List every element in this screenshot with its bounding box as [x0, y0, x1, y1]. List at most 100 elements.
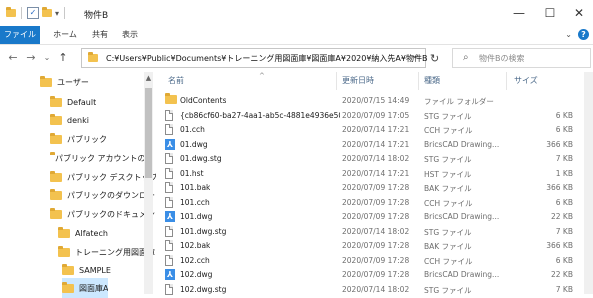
folder-icon: [50, 113, 62, 125]
table-row[interactable]: OldContents 2020/07/15 14:49 ファイル フォルダー: [156, 93, 593, 108]
column-divider[interactable]: [336, 72, 337, 90]
search-input[interactable]: ⌕ 物件Bの検索: [452, 48, 591, 68]
folder-icon: [62, 281, 74, 293]
table-row[interactable]: ⅄ 101.dwg 2020/07/09 17:28 BricsCAD Drawing…: [156, 210, 593, 224]
table-row[interactable]: 01.dwg.stg 2020/07/14 18:02 STG ファイル 7 KB: [156, 152, 593, 166]
folder-icon: [50, 170, 62, 182]
divider: [64, 7, 66, 19]
file-size: 366 KB: [546, 183, 573, 192]
file-size: 7 KB: [555, 154, 573, 163]
folder-icon: [165, 93, 177, 104]
file-size: 6 KB: [555, 110, 573, 120]
close-button[interactable]: ✕: [566, 4, 592, 22]
nav-item-label: パブリック アカウントの画像: [55, 153, 144, 163]
scroll-up-icon[interactable]: ▲: [144, 74, 153, 82]
nav-item-users[interactable]: ユーザー: [40, 72, 89, 92]
table-row[interactable]: 101.bak 2020/07/09 17:28 BAK ファイル 366 KB: [156, 181, 593, 195]
file-date: 2020/07/14 17:21: [342, 168, 410, 178]
tab-view[interactable]: 表示: [118, 26, 142, 44]
back-button[interactable]: ←: [6, 50, 20, 66]
table-row[interactable]: 01.cch 2020/07/14 17:21 CCH ファイル 6 KB: [156, 123, 593, 137]
bricscad-drawing-icon: ⅄: [165, 211, 175, 222]
tab-home[interactable]: ホーム: [50, 26, 80, 44]
table-row[interactable]: 101.cch 2020/07/09 17:28 CCH ファイル 6 KB: [156, 196, 593, 210]
minimize-button[interactable]: —: [506, 4, 532, 22]
nav-item-drawings-a[interactable]: 図面庫A: [62, 278, 109, 298]
file-type: BAK ファイル: [424, 184, 472, 193]
address-path[interactable]: C:¥Users¥Public¥Documents¥トレーニング用図面庫¥図面庫…: [106, 53, 427, 64]
column-header-date[interactable]: 更新日時: [342, 72, 418, 90]
table-row[interactable]: 101.dwg.stg 2020/07/14 18:02 STG ファイル 7 KB: [156, 225, 593, 239]
refresh-button[interactable]: ↻: [430, 52, 439, 65]
tab-file[interactable]: ファイル: [0, 26, 40, 44]
column-divider[interactable]: [506, 72, 507, 90]
file-name: 102.dwg: [180, 270, 213, 279]
column-header-size[interactable]: サイズ: [514, 72, 574, 90]
folder-icon: [88, 52, 98, 62]
search-icon: ⌕: [463, 52, 469, 63]
file-date: 2020/07/09 17:28: [342, 255, 410, 265]
scrollbar-thumb[interactable]: [145, 88, 152, 178]
address-bar[interactable]: C:¥Users¥Public¥Documents¥トレーニング用図面庫¥図面庫…: [81, 48, 427, 68]
column-header-type[interactable]: 種類: [424, 72, 504, 90]
folder-icon: [6, 7, 16, 17]
tab-share[interactable]: 共有: [88, 26, 112, 44]
nav-item-label: トレーニング用図面庫: [75, 247, 155, 257]
table-row[interactable]: 102.bak 2020/07/09 17:28 BAK ファイル 366 KB: [156, 239, 593, 253]
table-row[interactable]: 01.hst 2020/07/14 17:21 HST ファイル 1 KB: [156, 167, 593, 181]
address-dropdown-icon[interactable]: ⌄: [411, 51, 419, 61]
expand-ribbon-icon[interactable]: ⌄: [565, 30, 572, 39]
nav-item-sample[interactable]: SAMPLE: [62, 260, 111, 280]
nav-item-training-drawings[interactable]: トレーニング用図面庫: [58, 242, 155, 262]
help-icon[interactable]: ?: [578, 29, 589, 40]
new-folder-icon[interactable]: [42, 7, 52, 17]
file-name: 101.cch: [180, 197, 210, 207]
nav-item-default[interactable]: Default: [50, 92, 96, 112]
properties-check-icon[interactable]: ✓: [27, 7, 39, 19]
forward-button[interactable]: →: [24, 50, 38, 66]
file-date: 2020/07/09 17:28: [342, 183, 410, 192]
customize-toolbar-icon[interactable]: ▾: [55, 9, 59, 18]
nav-item-label: パブリック: [67, 134, 107, 144]
nav-item-alfatech[interactable]: Alfatech: [58, 223, 108, 243]
navigation-scrollbar[interactable]: ▲: [144, 72, 153, 294]
file-icon: [165, 240, 173, 251]
divider: [21, 7, 22, 19]
file-name: 01.cch: [180, 125, 205, 134]
nav-item-public[interactable]: パブリック: [50, 129, 107, 149]
maximize-button[interactable]: ☐: [537, 4, 563, 22]
table-row[interactable]: {cb86cf60-ba27-4aa1-ab5c-4881e4936e50...…: [156, 109, 593, 123]
file-type: STG ファイル: [424, 111, 472, 121]
search-placeholder: 物件Bの検索: [479, 54, 525, 63]
recent-locations-button[interactable]: ⌄: [40, 50, 54, 66]
up-button[interactable]: ↑: [56, 50, 70, 66]
file-name: 102.bak: [180, 241, 211, 250]
table-row[interactable]: ⅄ 01.dwg 2020/07/14 17:21 BricsCAD Drawing.…: [156, 138, 593, 152]
title-bar: ✓ ▾ 物件B — ☐ ✕: [0, 0, 593, 26]
nav-item-label: denki: [67, 115, 89, 125]
column-header-label: 名前: [168, 76, 184, 85]
column-header-name[interactable]: ^ 名前: [168, 72, 338, 90]
sort-ascending-icon: ^: [259, 72, 265, 80]
file-size: 7 KB: [555, 226, 573, 236]
file-list-scrollbar[interactable]: [584, 72, 593, 294]
file-icon: [165, 153, 173, 164]
table-row[interactable]: 102.cch 2020/07/09 17:28 CCH ファイル 6 KB: [156, 254, 593, 268]
nav-item-denki[interactable]: denki: [50, 110, 89, 130]
folder-icon: [50, 207, 62, 219]
file-name: 01.dwg.stg: [180, 154, 222, 163]
file-type: BricsCAD Drawing...: [424, 139, 500, 149]
file-type: CCH ファイル: [424, 256, 473, 266]
table-row[interactable]: 102.dwg.stg 2020/07/14 18:02 STG ファイル 7 KB: [156, 283, 593, 297]
folder-icon: [50, 95, 62, 107]
nav-item-public-desktop[interactable]: パブリック デスクトップ: [50, 167, 158, 187]
file-type: BAK ファイル: [424, 242, 472, 251]
file-date: 2020/07/09 17:05: [342, 110, 410, 120]
nav-item-public-account-pictures[interactable]: パブリック アカウントの画像: [50, 148, 144, 168]
nav-item-label: Default: [67, 97, 97, 107]
window-title: 物件B: [84, 11, 109, 21]
column-divider[interactable]: [418, 72, 419, 90]
file-type: BricsCAD Drawing...: [424, 212, 500, 221]
file-date: 2020/07/14 17:21: [342, 139, 410, 149]
table-row[interactable]: ⅄ 102.dwg 2020/07/09 17:28 BricsCAD Drawing…: [156, 268, 593, 282]
